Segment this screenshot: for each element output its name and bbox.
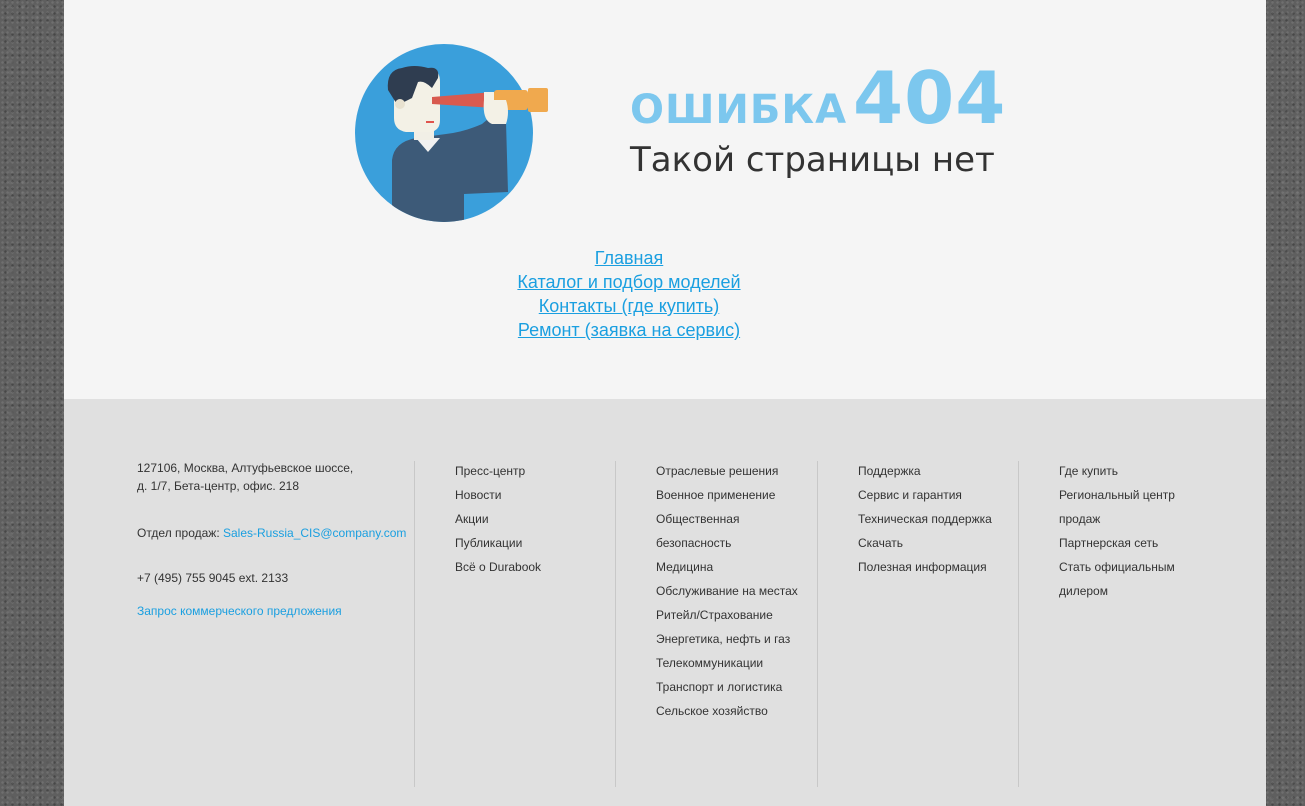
link-contacts[interactable]: Контакты (где купить) (539, 294, 720, 318)
footer-link[interactable]: Сельское хозяйство (656, 699, 806, 723)
address-line-2: д. 1/7, Бета-центр, офис. 218 (137, 479, 300, 493)
link-repair[interactable]: Ремонт (заявка на сервис) (518, 318, 740, 342)
error-hero: ОШИБКА404 Такой страницы нет Главная Кат… (64, 0, 1266, 399)
error-word: ОШИБКА (630, 87, 848, 133)
sales-email-link[interactable]: Sales-Russia_CIS@company.com (223, 526, 406, 540)
footer-link[interactable]: Партнерская сеть (1059, 531, 1194, 555)
footer: 127106, Москва, Алтуфьевское шоссе, д. 1… (64, 399, 1266, 806)
footer-link[interactable]: Стать официальным дилером (1059, 555, 1184, 603)
address-line-1: 127106, Москва, Алтуфьевское шоссе, (137, 461, 354, 475)
footer-link[interactable]: Общественная безопасность (656, 507, 756, 555)
error-nav-links: Главная Каталог и подбор моделей Контакт… (64, 246, 1266, 342)
footer-link[interactable]: Сервис и гарантия (858, 483, 1018, 507)
footer-link[interactable]: Всё о Durabook (455, 555, 615, 579)
error-code: 404 (853, 56, 1007, 140)
page-container: ОШИБКА404 Такой страницы нет Главная Кат… (64, 0, 1266, 806)
footer-link[interactable]: Отраслевые решения (656, 459, 806, 483)
sales-department: Отдел продаж: Sales-Russia_CIS@company.c… (137, 526, 417, 540)
footer-link[interactable]: Новости (455, 483, 615, 507)
footer-link[interactable]: Телекоммуникации (656, 651, 806, 675)
error-heading: ОШИБКА404 Такой страницы нет (630, 62, 1006, 180)
footer-link[interactable]: Медицина (656, 555, 806, 579)
footer-link[interactable]: Пресс-центр (455, 459, 615, 483)
link-catalog[interactable]: Каталог и подбор моделей (517, 270, 740, 294)
footer-link[interactable]: Где купить (1059, 459, 1194, 483)
footer-link[interactable]: Ритейл/Страхование (656, 603, 806, 627)
footer-divider (1018, 461, 1019, 787)
footer-divider (817, 461, 818, 787)
footer-link[interactable]: Военное применение (656, 483, 806, 507)
footer-column-press: Пресс-центр Новости Акции Публикации Всё… (455, 459, 615, 579)
footer-column-support: Поддержка Сервис и гарантия Техническая … (858, 459, 1018, 579)
footer-link[interactable]: Транспорт и логистика (656, 675, 806, 699)
footer-link[interactable]: Техническая поддержка (858, 507, 1018, 531)
footer-link[interactable]: Публикации (455, 531, 615, 555)
footer-link[interactable]: Поддержка (858, 459, 1018, 483)
footer-link[interactable]: Акции (455, 507, 615, 531)
error-subtitle: Такой страницы нет (630, 140, 995, 180)
phone-number: +7 (495) 755 9045 ext. 2133 (137, 571, 289, 585)
footer-column-buy: Где купить Региональный центр продаж Пар… (1059, 459, 1194, 603)
man-with-spyglass-illustration (355, 44, 548, 222)
footer-link[interactable]: Скачать (858, 531, 1018, 555)
commercial-request-link[interactable]: Запрос коммерческого предложения (137, 604, 417, 618)
sales-label: Отдел продаж: (137, 526, 223, 540)
footer-contact-column: 127106, Москва, Алтуфьевское шоссе, д. 1… (137, 459, 417, 618)
footer-divider (615, 461, 616, 787)
footer-link[interactable]: Обслуживание на местах (656, 579, 806, 603)
footer-link[interactable]: Региональный центр продаж (1059, 483, 1194, 531)
footer-column-industries: Отраслевые решения Военное применение Об… (656, 459, 806, 723)
footer-link[interactable]: Энергетика, нефть и газ (656, 627, 806, 651)
footer-link[interactable]: Полезная информация (858, 555, 1018, 579)
footer-divider (414, 461, 415, 787)
link-home[interactable]: Главная (595, 246, 664, 270)
